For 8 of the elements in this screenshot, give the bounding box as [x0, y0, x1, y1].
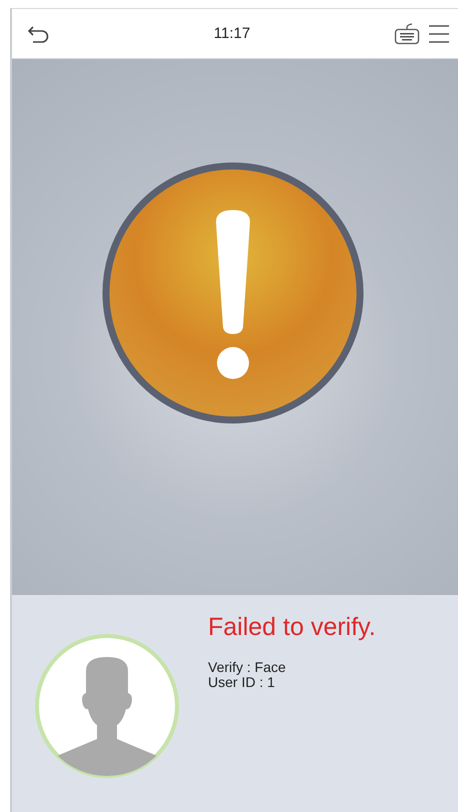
menu-icon[interactable]: [428, 24, 450, 44]
back-icon[interactable]: [28, 24, 50, 44]
detail-text: User ID : 1: [208, 675, 276, 690]
keyboard-icon[interactable]: [394, 22, 420, 44]
status-message: Failed to verify.: [208, 613, 376, 642]
warning-icon: [102, 162, 364, 424]
detail-text: Verify : Face: [208, 660, 287, 675]
clock-time: 11:17: [212, 25, 252, 42]
